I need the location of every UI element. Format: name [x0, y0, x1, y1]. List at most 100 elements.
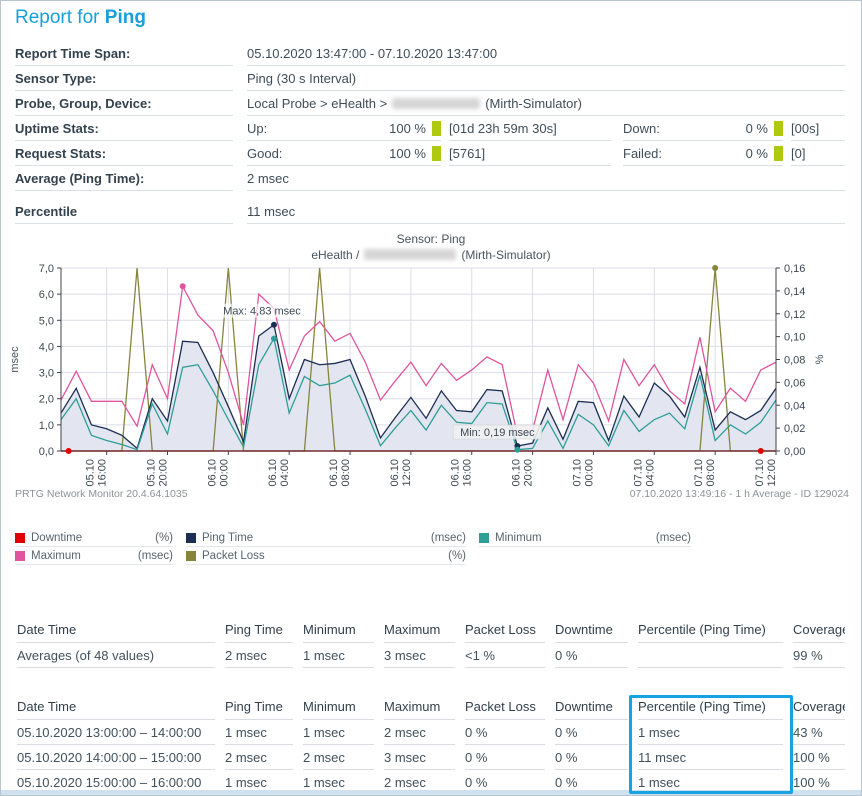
- info-label: Average (Ping Time):: [15, 166, 233, 191]
- hourly-table: Date TimePing TimeMinimumMaximumPacket L…: [1, 694, 861, 795]
- cell: 3 msec: [384, 745, 455, 770]
- marker-dot-downtime: [758, 448, 764, 454]
- uptime-down-bar: [774, 121, 783, 136]
- x-tick-date: 06.10: [389, 459, 401, 487]
- right-axis-tick-label: 0,08: [784, 355, 805, 367]
- redacted-device-name: [364, 249, 456, 260]
- chart-subtitle: eHealth /(Mirth-Simulator): [1, 248, 861, 262]
- legend-label: Maximum: [31, 550, 138, 562]
- legend-item-downtime: Downtime(%): [15, 529, 173, 547]
- legend-swatch-icon: [186, 533, 196, 543]
- ping-chart-canvas: 0,01,02,03,04,05,06,07,00,000,020,040,06…: [1, 263, 862, 503]
- cell: [638, 643, 783, 668]
- info-row-percentile: Percentile 11 msec: [1, 199, 861, 224]
- requests-good-bar: [432, 146, 441, 161]
- uptime-up-value: 100 %: [365, 116, 441, 141]
- right-axis-tick-label: 0,04: [784, 400, 805, 412]
- uptime-down-duration: [00s]: [791, 116, 845, 141]
- chart-title: Sensor: Ping: [1, 232, 861, 246]
- requests-good-count: [5761]: [449, 141, 611, 166]
- column-header: Downtime: [555, 617, 628, 643]
- table-header-row: Date TimePing TimeMinimumMaximumPacket L…: [1, 617, 861, 643]
- cell: 2 msec: [225, 745, 293, 770]
- left-axis-tick-label: 7,0: [39, 263, 54, 275]
- info-value: 11 msec: [247, 199, 845, 224]
- page-title-sensor: Ping: [105, 7, 146, 28]
- column-header: Downtime: [555, 694, 628, 720]
- uptime-down-value: 0 %: [711, 116, 783, 141]
- legend-swatch-icon: [15, 533, 25, 543]
- cell: Averages (of 48 values): [17, 643, 215, 668]
- info-value: Local Probe > eHealth >(Mirth-Simulator): [247, 91, 845, 116]
- info-label: Sensor Type:: [15, 66, 233, 91]
- column-header: Coverage: [793, 694, 845, 720]
- prtg-report-page: Report for Ping Report Time Span: 05.10.…: [0, 0, 862, 796]
- requests-failed-bar: [774, 146, 783, 161]
- column-header: Coverage: [793, 617, 845, 643]
- device-suffix: (Mirth-Simulator): [485, 96, 582, 111]
- right-axis-tick-label: 0,06: [784, 377, 805, 389]
- x-tick-date: 07.10: [571, 459, 583, 487]
- x-tick-time: 20:00: [523, 459, 535, 487]
- x-tick-time: 08:00: [705, 459, 717, 487]
- cell: 0 %: [465, 720, 545, 745]
- left-axis-tick-label: 3,0: [39, 368, 54, 380]
- cell: 0 %: [555, 720, 628, 745]
- cell: 2 msec: [303, 745, 374, 770]
- table-row: 05.10.2020 14:00:00 – 15:00:00 2 msec 2 ms…: [1, 745, 861, 770]
- x-tick-time: 20:00: [157, 459, 169, 487]
- x-tick-date: 06.10: [511, 459, 523, 487]
- column-header: Packet Loss: [465, 694, 545, 720]
- requests-failed-count: [0]: [791, 141, 845, 166]
- legend-item-maximum: Maximum(msec): [15, 547, 173, 565]
- left-axis-tick-label: 5,0: [39, 315, 54, 327]
- right-axis-tick-label: 0,16: [784, 263, 805, 275]
- info-row-probe-group-device: Probe, Group, Device: Local Probe > eHea…: [1, 91, 861, 116]
- x-tick-date: 05.10: [85, 459, 97, 487]
- right-axis-tick-label: 0,10: [784, 332, 805, 344]
- info-label: Probe, Group, Device:: [15, 91, 233, 116]
- cell: 05.10.2020 13:00:00 – 14:00:00: [17, 720, 215, 745]
- page-title-prefix: Report for: [15, 7, 105, 28]
- x-tick-time: 00:00: [583, 459, 595, 487]
- left-axis-unit: msec: [9, 346, 21, 373]
- marker-dot-minimum: [271, 336, 277, 342]
- right-axis-tick-label: 0,12: [784, 309, 805, 321]
- legend-label: Packet Loss: [202, 550, 448, 562]
- left-axis-tick-label: 4,0: [39, 341, 54, 353]
- uptime-up-label: Up:: [247, 116, 365, 141]
- chart-subtitle-prefix: eHealth /: [311, 248, 359, 262]
- cell: 2 msec: [384, 720, 455, 745]
- cell: 0 %: [555, 745, 628, 770]
- uptime-up-bar: [432, 121, 441, 136]
- chart-footer-left: PRTG Network Monitor 20.4.64.1035: [15, 488, 188, 500]
- x-tick-date: 06.10: [328, 459, 340, 487]
- marker-dot-minimum: [514, 447, 520, 453]
- x-tick-date: 06.10: [450, 459, 462, 487]
- right-axis-tick-label: 0,00: [784, 446, 805, 458]
- table-row: Averages (of 48 values)2 msec1 msec3 mse…: [1, 643, 861, 668]
- report-info-table: Report Time Span: 05.10.2020 13:47:00 - …: [1, 41, 861, 224]
- left-axis-tick-label: 0,0: [39, 446, 54, 458]
- cell: 0 %: [555, 643, 628, 668]
- info-value: 05.10.2020 13:47:00 - 07.10.2020 13:47:0…: [247, 41, 845, 66]
- info-row-time-span: Report Time Span: 05.10.2020 13:47:00 - …: [1, 41, 861, 66]
- cell: 05.10.2020 14:00:00 – 15:00:00: [17, 745, 215, 770]
- right-axis-tick-label: 0,14: [784, 286, 805, 298]
- chart-footer-right: 07.10.2020 13:49:16 - 1 h Average - ID 1…: [630, 488, 849, 500]
- cell: 43 %: [793, 720, 845, 745]
- cell: <1 %: [465, 643, 545, 668]
- legend-label: Minimum: [495, 532, 656, 544]
- x-tick-time: 16:00: [462, 459, 474, 487]
- info-row-uptime-stats: Uptime Stats: Up: 100 % [01d 23h 59m 30s…: [1, 116, 861, 141]
- x-tick-date: 07.10: [632, 459, 644, 487]
- info-value: Ping (30 s Interval): [247, 66, 845, 91]
- annotation-label: Min: 0,19 msec: [460, 427, 535, 439]
- annotation-label: Max: 4,83 msec: [223, 306, 301, 318]
- column-header: Date Time: [17, 617, 215, 643]
- left-axis-tick-label: 1,0: [39, 420, 54, 432]
- legend-label: Downtime: [31, 532, 155, 544]
- x-tick-date: 05.10: [145, 459, 157, 487]
- column-header: Minimum: [303, 617, 374, 643]
- redacted-device-name: [392, 98, 480, 109]
